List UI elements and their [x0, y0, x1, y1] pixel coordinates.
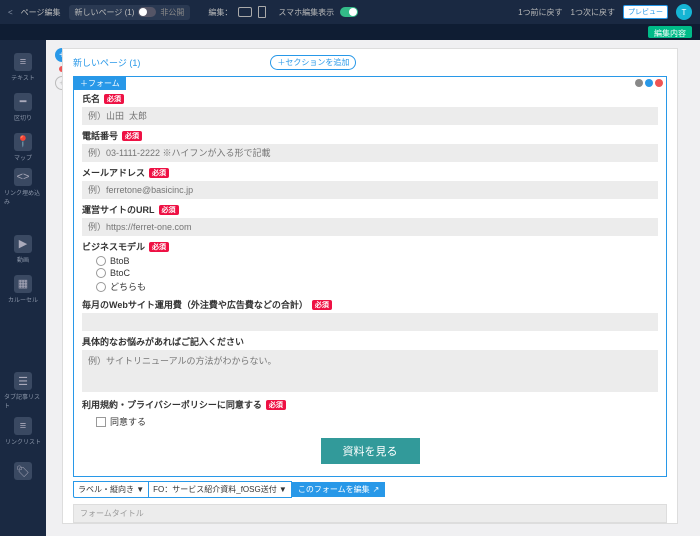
smartphone-toggle[interactable]: [340, 7, 358, 17]
radio-btob[interactable]: [96, 256, 106, 266]
email-label: メールアドレス: [82, 166, 145, 179]
publish-toggle[interactable]: [138, 7, 156, 17]
form-source-select[interactable]: FO：サービス紹介資料_fOSG送付 ▼: [149, 481, 292, 498]
video-icon: ▶: [14, 235, 32, 253]
breadcrumb-back[interactable]: <: [8, 8, 13, 17]
radio-both-label: どちらも: [110, 280, 146, 293]
divider-icon: ━: [14, 93, 32, 111]
page-title[interactable]: 新しいページ (1): [73, 56, 140, 69]
required-badge: 必須: [159, 205, 179, 215]
agree-checkbox[interactable]: [96, 417, 106, 427]
email-input[interactable]: [82, 181, 658, 199]
tab-label: 新しいページ (1): [75, 7, 135, 18]
code-icon: <>: [14, 168, 32, 186]
link-list-icon: ≡: [14, 417, 32, 435]
handle-move-icon[interactable]: [635, 79, 643, 87]
budget-label: 毎月のWebサイト運用費（外注費や広告費などの合計）: [82, 298, 308, 311]
tag-icon: 🏷: [14, 462, 32, 480]
tool-embed[interactable]: <>リンク埋め込み: [4, 168, 42, 206]
text-icon: ≡: [14, 53, 32, 71]
left-toolbar: ≡テキスト ━区切り 📍マップ <>リンク埋め込み ▶動画 ▦カルーセル ☰タブ…: [0, 40, 46, 536]
edit-form-button[interactable]: このフォームを編集↗: [292, 482, 385, 497]
redo-button[interactable]: 1つ次に戻す: [571, 7, 615, 18]
layout-select[interactable]: ラベル・縦向き ▼: [73, 481, 149, 498]
problem-label: 具体的なお悩みがあればご記入ください: [82, 335, 244, 348]
tab-list-icon: ☰: [14, 372, 32, 390]
form-tag[interactable]: ＋フォーム: [74, 77, 126, 90]
radio-btob-label: BtoB: [110, 256, 130, 266]
model-label: ビジネスモデル: [82, 240, 145, 253]
handle-edit-icon[interactable]: [645, 79, 653, 87]
add-section-button[interactable]: ＋セクションを追加: [270, 55, 356, 70]
save-button[interactable]: 編集内容: [648, 26, 692, 38]
tool-tab-list[interactable]: ☰タブ記事リスト: [4, 372, 42, 410]
name-input[interactable]: [82, 107, 658, 125]
required-badge: 必須: [122, 131, 142, 141]
preview-button[interactable]: プレビュー: [623, 5, 668, 19]
page-tab[interactable]: 新しいページ (1) 非公開: [69, 5, 191, 20]
smartphone-edit-label: スマホ編集表示: [278, 7, 334, 18]
mobile-icon[interactable]: [258, 6, 266, 18]
required-badge: 必須: [149, 168, 169, 178]
undo-button[interactable]: 1つ前に戻す: [518, 7, 562, 18]
url-label: 運営サイトのURL: [82, 203, 155, 216]
url-input[interactable]: [82, 218, 658, 236]
user-avatar[interactable]: T: [676, 4, 692, 20]
tab-status: 非公開: [160, 7, 184, 18]
tool-map[interactable]: 📍マップ: [4, 128, 42, 166]
required-badge: 必須: [266, 400, 286, 410]
page-canvas: 新しいページ (1) ＋セクションを追加 ＋フォーム 氏名必須 電話番号必須: [62, 48, 678, 524]
tool-tag[interactable]: 🏷: [4, 452, 42, 490]
problem-textarea[interactable]: [82, 350, 658, 392]
agree-label: 利用規約・プライバシーポリシーに同意する: [82, 398, 262, 411]
phone-label: 電話番号: [82, 129, 118, 142]
external-icon: ↗: [373, 485, 380, 494]
tool-text[interactable]: ≡テキスト: [4, 48, 42, 86]
carousel-icon: ▦: [14, 275, 32, 293]
phone-input[interactable]: [82, 144, 658, 162]
agree-checkbox-label: 同意する: [110, 415, 146, 428]
tool-video[interactable]: ▶動画: [4, 230, 42, 268]
required-badge: 必須: [312, 300, 332, 310]
form-title-input[interactable]: フォームタイトル: [73, 504, 667, 523]
radio-btoc[interactable]: [96, 268, 106, 278]
radio-both[interactable]: [96, 282, 106, 292]
submit-button[interactable]: 資料を見る: [321, 438, 420, 464]
name-label: 氏名: [82, 92, 100, 105]
budget-select[interactable]: [82, 313, 658, 331]
form-block[interactable]: ＋フォーム 氏名必須 電話番号必須 メールアド: [73, 76, 667, 477]
tool-link-list[interactable]: ≡リンクリスト: [4, 412, 42, 450]
desktop-icon[interactable]: [238, 7, 252, 17]
required-badge: 必須: [104, 94, 124, 104]
map-icon: 📍: [14, 133, 32, 151]
breadcrumb[interactable]: ページ編集: [21, 7, 61, 18]
radio-btoc-label: BtoC: [110, 268, 130, 278]
tool-carousel[interactable]: ▦カルーセル: [4, 270, 42, 308]
required-badge: 必須: [149, 242, 169, 252]
handle-delete-icon[interactable]: [655, 79, 663, 87]
tool-divider[interactable]: ━区切り: [4, 88, 42, 126]
edit-label: 編集：: [208, 7, 232, 18]
